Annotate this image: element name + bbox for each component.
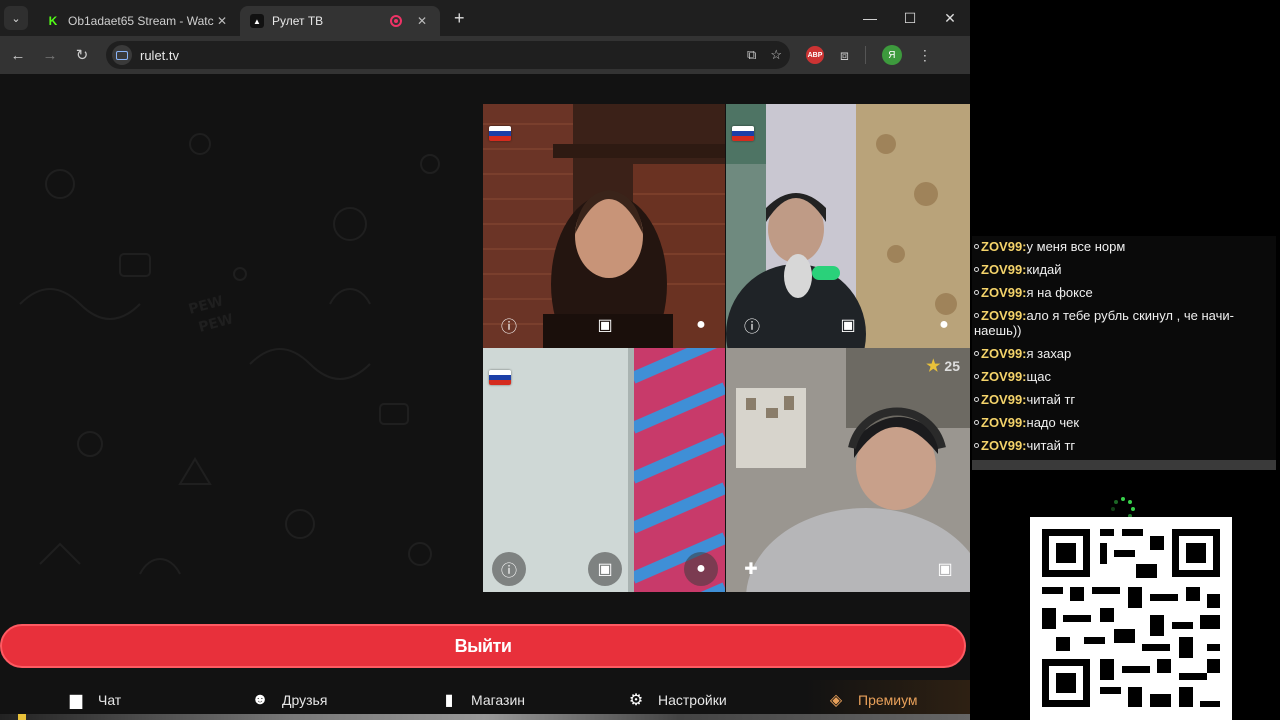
nav-label: Магазин (471, 692, 526, 708)
minimize-button[interactable]: — (850, 0, 890, 36)
back-button[interactable]: ← (2, 47, 34, 64)
gift-icon[interactable]: ▣ (588, 308, 622, 342)
nav-label: Друзья (282, 692, 328, 708)
url-text[interactable]: rulet.tv (140, 48, 179, 63)
star-icon: ★ (926, 358, 941, 375)
video-tile-3[interactable]: ⓘ ▣ ● (483, 348, 725, 592)
exit-button[interactable]: Выйти (0, 624, 966, 668)
report-icon[interactable]: ⓘ (735, 308, 769, 342)
stream-chat: ZOV99:у меня все норм ZOV99:кидай ZOV99:… (972, 236, 1276, 460)
doodle-background: PEW PEW PEW (19, 133, 440, 575)
chat-icon: ▆ (69, 692, 83, 709)
more-menu-icon[interactable]: ⋮ (918, 47, 932, 64)
friends-icon: ☻ (251, 691, 269, 708)
tab-title: Рулет ТВ (272, 14, 324, 28)
install-app-icon[interactable]: ⧉ (747, 47, 756, 63)
chat-message: ZOV99:у меня все норм (974, 239, 1270, 254)
star-count: 25 (944, 358, 960, 374)
shop-icon: ▮ (444, 692, 454, 709)
nav-label: Настройки (658, 692, 727, 708)
video-grid: ⓘ ▣ ● ⓘ ▣ ● ⓘ ▣ ● ★ 25 ✚ ▣ (483, 104, 970, 592)
video-tile-2[interactable]: ⓘ ▣ ● (726, 104, 970, 348)
adblock-extension-icon[interactable]: ABP (806, 46, 824, 64)
window-controls: — ☐ ✕ (850, 0, 970, 36)
new-tab-button[interactable]: + (454, 8, 465, 29)
tab-kick-stream[interactable]: K Ob1adaet65 Stream - Watch Live ✕ (36, 6, 240, 36)
nav-label: Чат (98, 692, 122, 708)
report-icon[interactable]: ⓘ (492, 308, 526, 342)
chat-message: ZOV99:кидай (974, 262, 1270, 277)
premium-icon: ◈ (829, 692, 843, 709)
nav-label: Премиум (858, 692, 918, 708)
chat-input-strip (972, 460, 1276, 470)
chat-message: ZOV99:я на фоксе (974, 285, 1270, 300)
chat-message: ZOV99:читай тг (974, 392, 1270, 407)
maximize-button[interactable]: ☐ (890, 0, 930, 36)
chat-message-continued: наешь)) (974, 323, 1022, 338)
browser-tab-bar: ⌄ K Ob1adaet65 Stream - Watch Live ✕ ▲ Р… (0, 0, 970, 36)
site-info-icon[interactable] (112, 45, 132, 65)
bookmark-star-icon[interactable]: ☆ (770, 47, 782, 63)
gift-icon[interactable]: ▣ (928, 552, 962, 586)
profile-icon[interactable]: ● (684, 552, 718, 586)
tab-rulet-tv[interactable]: ▲ Рулет ТВ ✕ (240, 6, 440, 36)
window-close-button[interactable]: ✕ (930, 0, 970, 36)
close-icon[interactable]: ✕ (414, 14, 430, 28)
rulet-icon: ▲ (250, 14, 264, 28)
profile-icon[interactable]: ● (927, 308, 961, 342)
nav-settings[interactable]: ⚙ Настройки (626, 690, 727, 710)
qr-code-image (1042, 529, 1220, 707)
star-rating-badge: ★ 25 (926, 356, 960, 376)
chat-message: ZOV99:я захар (974, 346, 1270, 361)
extensions-icon[interactable]: ⧈ (840, 47, 849, 64)
gamepad-icon[interactable]: ✚ (734, 552, 768, 586)
video-tile-4[interactable]: ★ 25 ✚ ▣ (726, 348, 970, 592)
russia-flag-icon (489, 370, 511, 385)
chat-message: ZOV99:ало я тебе рубль скинул , че начи- (974, 308, 1270, 323)
profile-icon[interactable]: ● (684, 308, 718, 342)
rulet-page: PEW PEW PEW (0, 74, 970, 720)
video-tile-1[interactable]: ⓘ ▣ ● (483, 104, 725, 348)
russia-flag-icon (732, 126, 754, 141)
forward-button[interactable]: → (34, 47, 66, 64)
gift-icon[interactable]: ▣ (831, 308, 865, 342)
tab-search-button[interactable]: ⌄ (4, 6, 28, 30)
toolbar-divider (864, 46, 866, 64)
report-icon[interactable]: ⓘ (492, 552, 526, 586)
nav-friends[interactable]: ☻ Друзья (250, 690, 328, 710)
profile-avatar[interactable]: Я (881, 45, 902, 65)
recording-icon (390, 15, 402, 27)
chat-message: ZOV99:надо чек (974, 415, 1270, 430)
address-toolbar: ← → ↻ rulet.tv ⧉ ☆ ABP ⧈ Я ⋮ (0, 36, 970, 74)
gift-icon[interactable]: ▣ (588, 552, 622, 586)
tab-title: Ob1adaet65 Stream - Watch Live (68, 14, 214, 28)
close-icon[interactable]: ✕ (214, 14, 230, 28)
taskbar-strip (0, 714, 970, 720)
nav-chat[interactable]: ▆ Чат (66, 690, 121, 710)
chat-message: ZOV99:читай тг (974, 438, 1270, 453)
qr-code (1030, 517, 1232, 720)
chat-message: ZOV99:щас (974, 369, 1270, 384)
settings-icon: ⚙ (628, 692, 644, 709)
russia-flag-icon (489, 126, 511, 141)
kick-k-icon: K (48, 14, 58, 28)
svg-text:PEW: PEW (197, 311, 235, 336)
reload-button[interactable]: ↻ (66, 46, 98, 64)
nav-shop[interactable]: ▮ Магазин (439, 690, 525, 710)
address-bar[interactable]: rulet.tv ⧉ ☆ (106, 41, 790, 69)
nav-premium[interactable]: ◈ Премиум (826, 690, 918, 710)
